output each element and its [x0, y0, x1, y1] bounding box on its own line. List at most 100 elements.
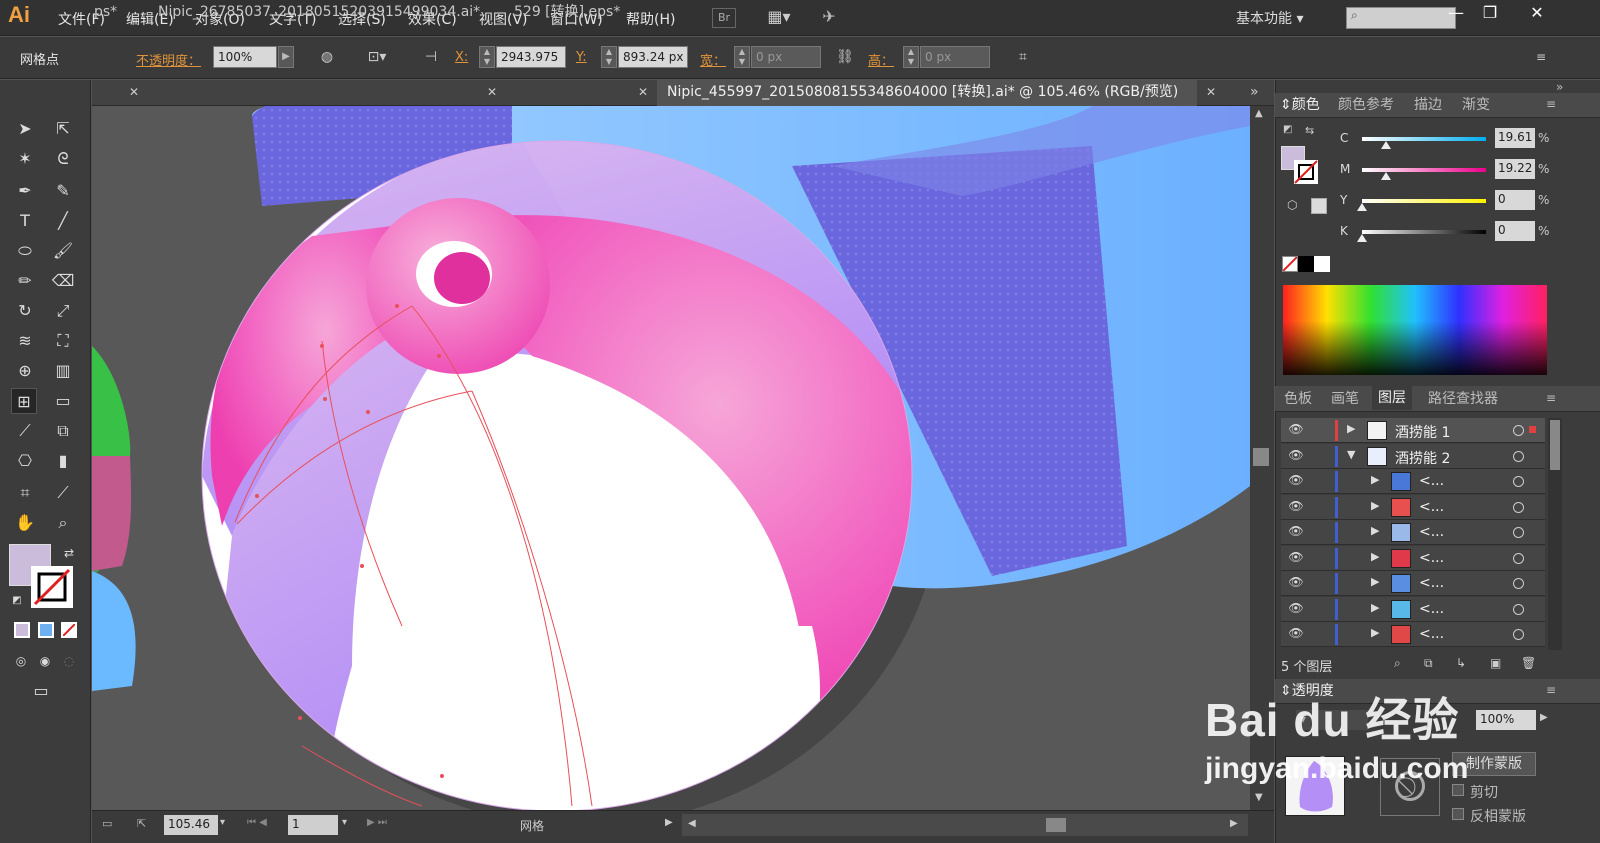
minimize-button[interactable]: —: [1441, 2, 1471, 26]
x-label[interactable]: X:: [455, 50, 468, 65]
width-label[interactable]: 宽：: [700, 50, 726, 69]
close-tab-icon[interactable]: ✕: [1206, 80, 1216, 104]
expand-arrow-icon[interactable]: ▶: [1371, 601, 1379, 614]
swap-colors-icon[interactable]: ⇆: [1305, 124, 1314, 137]
tab-layers[interactable]: 图层: [1372, 386, 1412, 410]
horizontal-scrollbar[interactable]: ◀ ▶: [682, 814, 1248, 836]
export-icon[interactable]: ⇱: [137, 817, 146, 830]
layer-row[interactable]: 👁 ▼ 酒捞能 2: [1281, 443, 1545, 469]
layer-target-icon[interactable]: [1513, 603, 1524, 615]
cmyk-value-field[interactable]: 19.61: [1495, 128, 1535, 148]
y-spinner[interactable]: ▲ ▼: [601, 46, 617, 68]
line-tool-icon[interactable]: ╱: [50, 208, 76, 234]
layer-target-icon[interactable]: [1513, 501, 1524, 513]
paintbrush-tool-icon[interactable]: 🖌: [50, 238, 76, 264]
tab-brushes[interactable]: 画笔: [1331, 387, 1359, 411]
cmyk-slider-track[interactable]: [1362, 230, 1486, 234]
expand-arrow-icon[interactable]: ▶: [1371, 626, 1379, 639]
curvature-tool-icon[interactable]: ✎: [50, 178, 76, 204]
pencil-tool-icon[interactable]: ✏: [12, 268, 38, 294]
scroll-right-icon[interactable]: ▶: [1230, 818, 1238, 829]
layer-target-icon[interactable]: [1513, 527, 1524, 538]
hscroll-thumb[interactable]: [1046, 818, 1066, 832]
black-swatch[interactable]: [1298, 256, 1314, 272]
link-proportions-icon[interactable]: ⛓: [834, 48, 856, 66]
opacity-field[interactable]: 100%: [213, 46, 277, 68]
cmyk-slider-thumb[interactable]: [1381, 141, 1392, 149]
cmyk-value-field[interactable]: 19.22: [1495, 159, 1535, 179]
web-safe-swatch[interactable]: [1311, 198, 1327, 214]
cmyk-slider-track[interactable]: [1362, 199, 1486, 203]
height-spinner[interactable]: ▲ ▼: [903, 46, 919, 68]
rotate-tool-icon[interactable]: ↻: [12, 298, 38, 324]
expand-arrow-icon[interactable]: ▶: [1371, 499, 1379, 512]
layer-row[interactable]: 👁 ▶ <...: [1281, 469, 1545, 494]
eraser-tool-icon[interactable]: ⌫: [50, 268, 76, 294]
x-field[interactable]: 2943.975: [496, 46, 566, 68]
none-mode-button[interactable]: [61, 622, 77, 638]
cmyk-slider-thumb[interactable]: [1380, 172, 1391, 180]
scroll-left-icon[interactable]: ◀: [688, 818, 696, 829]
expand-arrow-icon[interactable]: ▶: [1371, 524, 1379, 537]
close-window-button[interactable]: ✕: [1522, 2, 1552, 26]
restore-button[interactable]: ❐: [1475, 2, 1505, 26]
color-panel-menu-icon[interactable]: ≡: [1546, 97, 1556, 111]
document-tab-active[interactable]: Nipic_455997_20150808155348604000 [转换].a…: [657, 80, 1197, 106]
transparency-opacity-arrow[interactable]: ▶: [1540, 712, 1548, 723]
cmyk-value-field[interactable]: 0: [1495, 190, 1535, 210]
tab-overflow-icon[interactable]: »: [1250, 80, 1259, 104]
visibility-eye-icon[interactable]: 👁: [1287, 499, 1305, 515]
layer-row[interactable]: 👁 ▶ <...: [1281, 571, 1545, 596]
direct-selection-tool-icon[interactable]: ⇱: [50, 116, 76, 142]
document-tab[interactable]: ps*: [92, 0, 148, 26]
layer-target-icon[interactable]: [1513, 578, 1524, 589]
tab-stroke[interactable]: 描边: [1414, 93, 1442, 117]
width-spinner[interactable]: ▲ ▼: [734, 46, 750, 68]
status-menu-icon[interactable]: ▶: [665, 817, 673, 828]
align-icon[interactable]: ⊣: [420, 48, 442, 66]
blend-tool-icon[interactable]: ⧉: [50, 418, 76, 444]
perspective-grid-tool-icon[interactable]: ▥: [50, 358, 76, 384]
default-colors-icon[interactable]: ◩: [4, 588, 30, 614]
artboard-dropdown-icon[interactable]: ▾: [342, 817, 347, 828]
x-spinner[interactable]: ▲ ▼: [479, 46, 495, 68]
layers-scroll-thumb[interactable]: [1550, 420, 1560, 470]
slice-tool-icon[interactable]: ⟋: [50, 480, 76, 506]
document-tab[interactable]: 529 [转换].eps*: [514, 0, 629, 26]
width-field[interactable]: 0 px: [751, 46, 821, 68]
free-transform-tool-icon[interactable]: ⛶: [50, 328, 76, 354]
expand-arrow-icon[interactable]: ▶: [1347, 422, 1355, 435]
document-tab[interactable]: Nipic_26785037_20180515203915499034.ai*: [158, 0, 484, 26]
layer-row[interactable]: 👁 ▶ 酒捞能 1: [1281, 418, 1545, 443]
recolor-icon[interactable]: ◍: [316, 48, 338, 66]
invert-mask-checkbox[interactable]: [1452, 808, 1464, 820]
clipping-mask-icon[interactable]: ⧉: [1424, 656, 1433, 671]
draw-behind-icon[interactable]: ◉: [32, 648, 58, 674]
opacity-label[interactable]: 不透明度：: [136, 50, 201, 69]
type-tool-icon[interactable]: T: [12, 208, 38, 234]
artboard-nav-icon[interactable]: ▭: [102, 817, 112, 830]
mesh-tool-icon[interactable]: ⊞: [11, 388, 37, 414]
scroll-thumb[interactable]: [1253, 448, 1269, 466]
delete-layer-icon[interactable]: 🗑: [1521, 656, 1536, 670]
cmyk-slider-thumb[interactable]: [1357, 234, 1367, 242]
expand-arrow-icon[interactable]: ▶: [1371, 473, 1379, 486]
tab-swatches[interactable]: 色板: [1284, 387, 1312, 411]
default-fill-stroke-icon[interactable]: ◩: [1283, 124, 1292, 135]
y-label[interactable]: Y:: [576, 50, 587, 65]
visibility-eye-icon[interactable]: 👁: [1287, 601, 1305, 617]
layers-panel-menu-icon[interactable]: ≡: [1546, 391, 1556, 405]
none-swatch[interactable]: [1282, 256, 1298, 272]
locate-object-icon[interactable]: ⌕: [1394, 656, 1401, 671]
close-tab-icon[interactable]: ✕: [638, 80, 648, 104]
draw-normal-icon[interactable]: ◎: [8, 648, 34, 674]
cmyk-slider-thumb[interactable]: [1357, 203, 1367, 211]
visibility-eye-icon[interactable]: 👁: [1287, 524, 1305, 540]
layer-row[interactable]: 👁 ▶ <...: [1281, 622, 1545, 647]
next-artboard-icon[interactable]: ▶ ⏭: [367, 817, 387, 828]
tab-gradient[interactable]: 渐变: [1462, 93, 1490, 117]
cmyk-value-field[interactable]: 0: [1495, 221, 1535, 241]
layout-grid-icon[interactable]: ▦▾: [762, 8, 796, 28]
panel-menu-icon[interactable]: ≡: [1530, 48, 1552, 66]
visibility-eye-icon[interactable]: 👁: [1287, 448, 1305, 464]
